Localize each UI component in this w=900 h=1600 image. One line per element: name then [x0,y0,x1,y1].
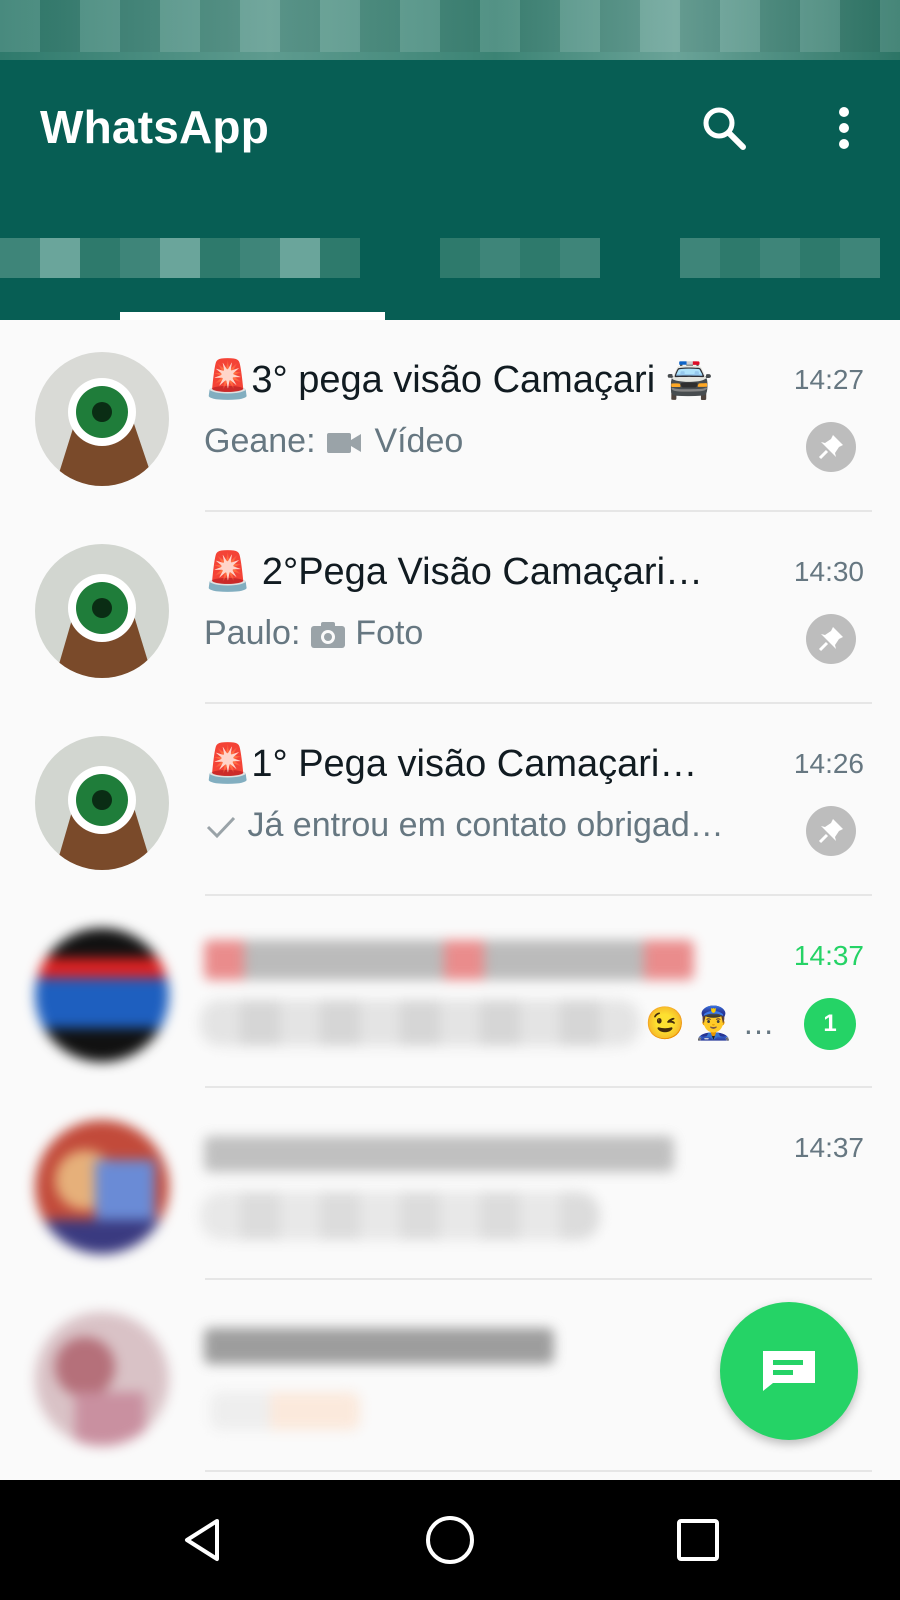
blurred-name [204,1136,674,1172]
preview-sender: Geane: [204,422,325,460]
chat-preview: Já entrou em contato obrigad… [204,806,764,845]
avatar[interactable] [35,352,169,486]
blurred-name [204,940,694,980]
chat-name: 🚨1° Pega visão Camaçari… [204,743,698,785]
avatar[interactable] [35,928,169,1062]
tab-chats[interactable] [0,238,360,278]
pin-icon [806,422,856,472]
preview-sender: Paulo: [204,614,310,652]
search-icon [703,107,746,150]
chat-row[interactable]: 🚨3° pega visão Camaçari 🚔 14:27 Geane: V… [0,320,900,512]
home-button[interactable] [410,1500,490,1580]
chat-name: 🚨3° pega visão Camaçari 🚔 [204,359,714,401]
more-vert-icon [839,107,849,149]
tab-calls[interactable] [680,238,880,278]
preview-emojis: 😉 👮‍♂️ … [645,1005,775,1041]
chat-time: 14:37 [793,940,864,971]
system-nav-bar [0,1480,900,1600]
blurred-preview [200,1192,600,1240]
preview-text: Vídeo [374,422,464,460]
blurred-name [204,1328,554,1364]
avatar[interactable] [35,1120,169,1254]
avatar[interactable] [35,1312,169,1446]
chat-name: 🚨 2°Pega Visão Camaçari… [204,551,704,593]
chat-time: 14:37 [793,1132,864,1163]
back-button[interactable] [162,1500,242,1580]
pin-icon [806,806,856,856]
video-icon [326,433,361,454]
divider [205,1470,872,1472]
avatar[interactable] [35,544,169,678]
chat-time: 14:26 [793,748,864,779]
recents-icon [677,1519,719,1561]
back-icon [185,1519,219,1561]
blurred-preview [200,1000,640,1046]
chat-preview: Paulo: Foto [204,614,764,653]
chat-preview: Geane: Vídeo [204,422,764,461]
home-icon [426,1516,474,1564]
unread-badge: 1 [804,998,856,1050]
app-bar [0,60,900,320]
tab-indicator [120,312,385,320]
new-chat-button[interactable] [720,1302,858,1440]
new-chat-icon [763,1351,815,1391]
chat-time: 14:27 [793,364,864,395]
chat-row[interactable]: 14:37 😉 👮‍♂️ … 1 [0,896,900,1088]
avatar[interactable] [35,736,169,870]
more-options-button[interactable] [814,98,874,158]
preview-text: Já entrou em contato obrigad… [247,806,724,844]
app-title: WhatsApp [40,101,270,153]
chat-row[interactable]: 🚨1° Pega visão Camaçari… 14:26 Já entrou… [0,704,900,896]
recents-button[interactable] [658,1500,738,1580]
chat-row[interactable]: 🚨 2°Pega Visão Camaçari… 14:30 Paulo: Fo… [0,512,900,704]
tab-status[interactable] [440,238,600,278]
pin-icon [806,614,856,664]
search-button[interactable] [694,98,754,158]
status-bar-pixels [0,0,900,52]
preview-text: Foto [355,614,424,652]
status-bar [0,0,900,60]
chat-time: 14:30 [793,556,864,587]
tab-bar [0,238,900,278]
camera-icon [310,622,345,649]
blurred-preview [210,1392,360,1430]
chat-row[interactable]: 14:37 [0,1088,900,1280]
check-icon [206,816,236,839]
